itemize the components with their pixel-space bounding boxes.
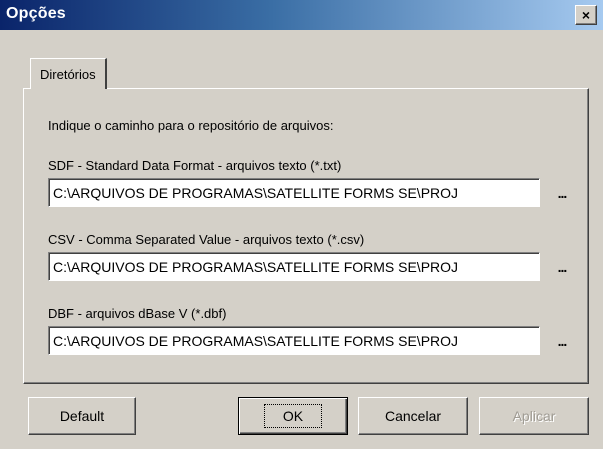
cancel-button[interactable]: Cancelar [358, 397, 468, 435]
default-button[interactable]: Default [28, 397, 136, 435]
default-button-label: Default [59, 408, 105, 424]
apply-button: Aplicar [479, 397, 589, 435]
ok-button[interactable]: OK [238, 397, 348, 435]
tab-diretorios[interactable]: Diretórios [30, 58, 107, 89]
close-button[interactable]: × [575, 5, 597, 25]
cancel-button-label: Cancelar [384, 408, 442, 424]
options-dialog: Opções × Diretórios Indique o caminho pa… [0, 0, 603, 449]
ok-button-label: OK [263, 404, 323, 428]
apply-button-label: Aplicar [512, 408, 556, 424]
tab-panel-diretorios [23, 88, 589, 384]
tab-diretorios-label: Diretórios [40, 66, 96, 82]
window-title: Opções [6, 5, 66, 22]
close-icon: × [581, 7, 591, 23]
title-bar[interactable]: Opções × [0, 0, 603, 30]
